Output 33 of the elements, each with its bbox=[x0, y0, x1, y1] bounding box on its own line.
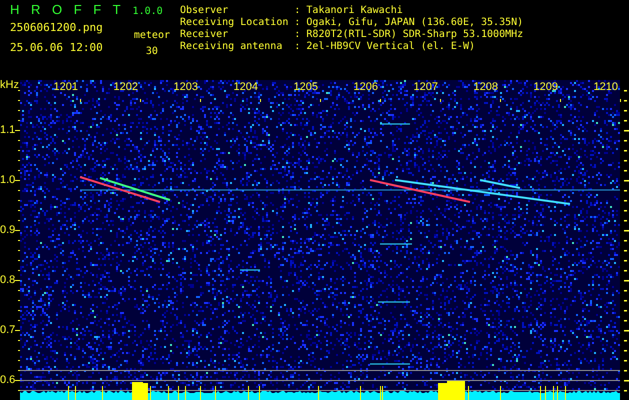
info-separator: : bbox=[294, 5, 300, 17]
y-axis-label: 0.9 bbox=[0, 224, 15, 236]
info-label: Observer bbox=[180, 5, 230, 17]
app-title: H R O F F T bbox=[10, 4, 125, 16]
info-label: Receiving antenna bbox=[180, 41, 284, 53]
meteor-label: meteor bbox=[134, 30, 170, 42]
file-name: 2506061200.png bbox=[10, 22, 103, 34]
x-axis-label: 1210 bbox=[592, 81, 618, 93]
info-label: Receiver bbox=[180, 29, 230, 41]
app-version: 1.0.0 bbox=[132, 6, 163, 18]
x-axis-label: 1204 bbox=[232, 81, 258, 93]
x-axis-label: 1203 bbox=[172, 81, 198, 93]
x-axis-label: 1205 bbox=[292, 81, 318, 93]
y-axis-label: 0.6 bbox=[0, 374, 15, 386]
axis-unit: kHz bbox=[0, 79, 19, 91]
y-axis-label: 1.0 bbox=[0, 174, 15, 186]
timestamp: 25.06.06 12:00 bbox=[10, 42, 103, 54]
x-axis-label: 1202 bbox=[112, 81, 138, 93]
meteor-count: 30 bbox=[144, 46, 159, 58]
info-value: R820T2(RTL-SDR) SDR-Sharp 53.1000MHz bbox=[306, 29, 524, 41]
info-value: Takanori Kawachi bbox=[306, 5, 404, 17]
y-axis-label: 0.7 bbox=[0, 324, 15, 336]
info-separator: : bbox=[294, 41, 300, 53]
info-value: Ogaki, Gifu, JAPAN (136.60E, 35.35N) bbox=[306, 17, 524, 29]
info-label: Receiving Location bbox=[180, 17, 288, 29]
y-axis-label: 1.1 bbox=[0, 124, 15, 136]
x-axis-label: 1201 bbox=[52, 81, 78, 93]
info-separator: : bbox=[294, 29, 300, 41]
x-axis-label: 1206 bbox=[352, 81, 378, 93]
y-axis-label: 0.8 bbox=[0, 274, 15, 286]
x-axis-label: 1209 bbox=[532, 81, 558, 93]
info-value: 2el-HB9CV Vertical (el. E-W) bbox=[306, 41, 476, 53]
info-separator: : bbox=[294, 17, 300, 29]
